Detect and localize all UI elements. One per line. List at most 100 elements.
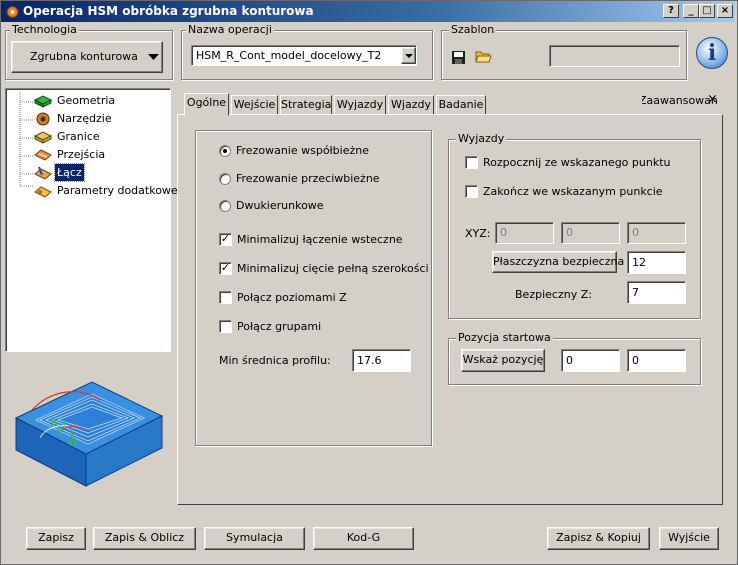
operation-name-value: HSM_R_Cont_model_docelowy_T2 — [196, 49, 382, 62]
xyz-y-value: 0 — [566, 226, 573, 239]
pick-position-button-label: Wskaż pozycję — [462, 353, 544, 366]
template-group-label: Szablon — [449, 23, 497, 36]
help-button[interactable]: ? — [663, 4, 679, 18]
radio-button — [219, 145, 231, 157]
technology-dropdown[interactable]: Zgrubna konturowa — [11, 41, 163, 73]
xyz-x-value: 0 — [500, 226, 507, 239]
xyz-z-input[interactable]: 0 — [627, 222, 686, 244]
exit-button[interactable]: Wyjście — [659, 527, 719, 550]
min-diameter-value: 17.6 — [357, 354, 382, 367]
radio-label: Frezowanie przeciwbieżne — [236, 172, 380, 185]
min-diameter-input[interactable]: 17.6 — [352, 349, 411, 372]
part-preview-image — [14, 381, 164, 487]
checkbox — [465, 156, 478, 169]
checkbox-polacz-grupami[interactable]: Połącz grupami — [219, 319, 424, 335]
checkbox — [219, 320, 232, 333]
safe-plane-value: 12 — [632, 256, 646, 269]
operation-name-dropdown-button[interactable] — [401, 47, 416, 64]
operation-name-combobox[interactable]: HSM_R_Cont_model_docelowy_T2 — [191, 45, 417, 66]
simulation-button[interactable]: Symulacja — [204, 527, 305, 550]
checkbox-start-from-point[interactable]: Rozpocznij ze wskazanego punktu — [465, 155, 690, 171]
start-x-value: 0 — [566, 354, 573, 367]
close-button[interactable]: × — [717, 4, 733, 18]
start-y-input[interactable]: 0 — [627, 349, 686, 372]
tab-label: Wjazdy — [391, 98, 431, 111]
save-calculate-button[interactable]: Zapis & Oblicz — [93, 527, 196, 550]
chevron-down-icon — [405, 54, 413, 58]
checkbox-minimalizuj-ciecie[interactable]: ✓ Minimalizuj cięcie pełną szerokości — [219, 261, 429, 277]
app-icon — [6, 6, 19, 18]
start-y-value: 0 — [632, 354, 639, 367]
checkbox-label: Połącz grupami — [237, 320, 322, 333]
tab-ogolne[interactable]: Ogólne — [184, 93, 229, 116]
boundaries-icon — [33, 131, 53, 144]
radio-label: Dwukierunkowe — [236, 199, 324, 212]
title-bar[interactable]: Operacja HSM obróbka zgrubna konturowa ?… — [1, 1, 735, 22]
xyz-y-input[interactable]: 0 — [561, 222, 620, 244]
checkbox: ✓ — [219, 261, 232, 275]
safe-plane-button-label: Płaszczyzna bezpieczna — [493, 255, 625, 268]
safe-z-input[interactable]: 7 — [627, 281, 686, 304]
parameters-icon — [34, 186, 52, 198]
radio-button — [219, 173, 231, 185]
tab-wyjazdy[interactable]: Wyjazdy — [334, 95, 386, 115]
radio-frezowanie-przeciwbiezne[interactable]: Frezowanie przeciwbieżne — [219, 172, 419, 188]
tree-item-label: Granice — [57, 130, 100, 143]
safe-plane-input[interactable]: 12 — [627, 251, 686, 274]
safe-z-label: Bezpieczny Z: — [515, 288, 592, 301]
gcode-button[interactable]: Kod-G — [313, 527, 414, 550]
tab-wjazdy[interactable]: Wjazdy — [388, 95, 434, 115]
checkbox-minimalizuj-laczenie-wsteczne[interactable]: ✓ Minimalizuj łączenie wsteczne — [219, 232, 424, 248]
start-position-group-label: Pozycja startowa — [456, 331, 553, 344]
tab-label: Strategia — [281, 98, 332, 111]
safe-plane-button[interactable]: Płaszczyzna bezpieczna — [492, 251, 624, 273]
advanced-tab[interactable]: Zaawansowane — [642, 94, 717, 110]
save-button[interactable]: Zapisz — [26, 527, 86, 550]
tree-item-label: Przejścia — [57, 148, 106, 161]
tree-item-label: Narzędzie — [57, 112, 112, 125]
checkbox-label: Rozpocznij ze wskazanego punktu — [483, 156, 671, 169]
exit-button-label: Wyjście — [668, 531, 710, 544]
tab-strategia[interactable]: Strategia — [280, 95, 332, 115]
exits-group-label: Wyjazdy — [456, 132, 507, 145]
tool-icon — [36, 112, 50, 126]
pick-position-button[interactable]: Wskaż pozycję — [461, 349, 545, 372]
tree-item-label: Parametry dodatkowe — [57, 184, 178, 197]
tab-label: Ogólne — [186, 96, 227, 109]
technology-dropdown-label: Zgrubna konturowa — [30, 50, 138, 63]
min-diameter-label: Min średnica profilu: — [219, 354, 331, 367]
safe-z-value: 7 — [632, 286, 639, 299]
template-field[interactable] — [549, 45, 680, 67]
open-folder-icon[interactable] — [475, 49, 492, 64]
start-x-input[interactable]: 0 — [561, 349, 620, 372]
minimize-button[interactable]: _ — [683, 4, 699, 18]
technology-group-label: Technologia — [10, 23, 79, 36]
geometry-icon — [33, 95, 53, 108]
xyz-x-input[interactable]: 0 — [495, 222, 554, 244]
checkbox-end-at-point[interactable]: Zakończ we wskazanym punkcie — [465, 184, 690, 200]
xyz-z-value: 0 — [632, 226, 639, 239]
radio-dwukierunkowe[interactable]: Dwukierunkowe — [219, 199, 419, 215]
radio-button — [219, 200, 231, 212]
save-icon[interactable] — [451, 50, 466, 65]
save-calculate-button-label: Zapis & Oblicz — [104, 531, 185, 544]
maximize-button[interactable]: □ — [699, 4, 715, 18]
tree-item-label-selected: Łącz — [54, 163, 85, 182]
tab-badanie[interactable]: Badanie — [436, 95, 486, 115]
xyz-label: XYZ: — [465, 227, 491, 240]
tree-item-label: Geometria — [57, 94, 116, 107]
info-icon[interactable]: i — [696, 37, 728, 69]
link-icon — [34, 166, 52, 180]
save-copy-button[interactable]: Zapisz & Kopiuj — [547, 527, 650, 550]
tab-label: Wejście — [233, 98, 276, 111]
tab-wejscie[interactable]: Wejście — [231, 95, 278, 115]
checkbox-polacz-poziomami-z[interactable]: Połącz poziomami Z — [219, 290, 424, 306]
checkbox-label: Połącz poziomami Z — [237, 291, 347, 304]
save-button-label: Zapisz — [38, 531, 74, 544]
checkbox-label: Minimalizuj cięcie pełną szerokości — [237, 262, 429, 275]
save-copy-button-label: Zapisz & Kopiuj — [556, 531, 641, 544]
tab-label: Badanie — [438, 98, 484, 111]
radio-frezowanie-wspolbiezne[interactable]: Frezowanie współbieżne — [219, 144, 419, 160]
window-title: Operacja HSM obróbka zgrubna konturowa — [23, 4, 314, 18]
close-tab-icon[interactable]: × — [707, 93, 718, 107]
